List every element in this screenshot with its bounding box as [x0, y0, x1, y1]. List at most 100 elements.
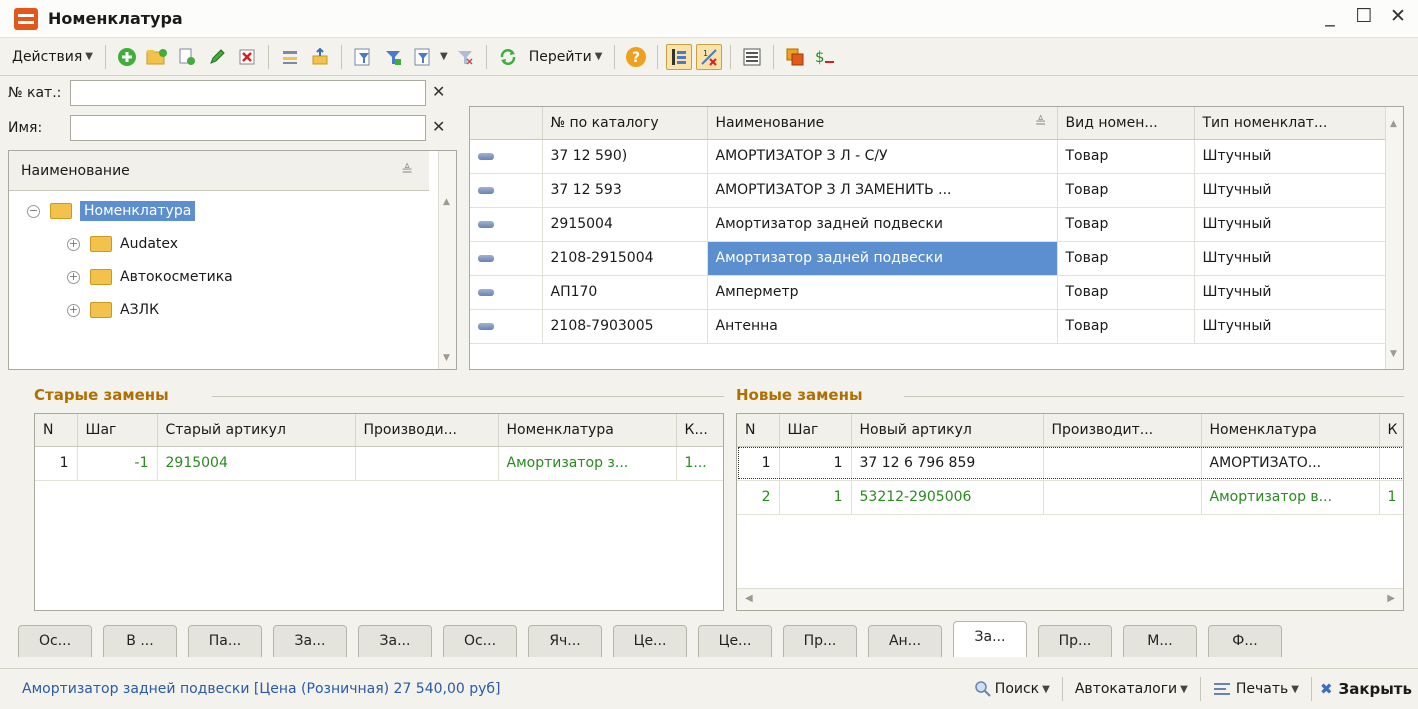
tab-14[interactable]: М...	[1123, 625, 1197, 657]
column-header-step[interactable]: Шаг	[779, 414, 852, 447]
column-header-nomenclature[interactable]: Номенклатура	[1201, 414, 1380, 447]
tree-item-nomenclature[interactable]: − Номенклатура	[27, 196, 196, 226]
tab-13[interactable]: Пр...	[1038, 625, 1112, 657]
column-header-step[interactable]: Шаг	[77, 414, 158, 447]
table-row-focused[interactable]: 1 1 37 12 6 796 859 АМОРТИЗАТО...	[737, 446, 1403, 481]
column-header-new-article[interactable]: Новый артикул	[851, 414, 1044, 447]
scroll-down-icon[interactable]: ▼	[1390, 349, 1397, 359]
edit-button[interactable]	[204, 44, 230, 70]
column-header-name[interactable]: Наименование ≜	[707, 107, 1058, 140]
horizontal-scrollbar[interactable]: ◀ ▶	[737, 588, 1403, 610]
tab-3[interactable]: Па...	[188, 625, 262, 657]
column-header-n[interactable]: N	[737, 414, 780, 447]
add-button[interactable]	[114, 44, 140, 70]
table-row[interactable]: 2108-7903005 Антенна Товар Штучный	[470, 309, 1386, 344]
tree-item-audatex[interactable]: + Audatex	[67, 229, 178, 259]
cell-maker	[1043, 480, 1202, 515]
tab-15[interactable]: Ф...	[1208, 625, 1282, 657]
column-header-nomenclature[interactable]: Номенклатура	[498, 414, 677, 447]
tree-item-azlk[interactable]: + АЗЛК	[67, 295, 159, 325]
mark-button[interactable]: 1	[696, 43, 723, 70]
tree-view-button[interactable]	[666, 43, 693, 70]
close-window-button[interactable]: ✕	[1388, 5, 1408, 27]
tree-item-label: Номенклатура	[80, 201, 196, 221]
tab-12[interactable]: За...	[953, 621, 1027, 657]
scroll-down-icon[interactable]: ▼	[443, 353, 450, 363]
table-row[interactable]: АП170 Амперметр Товар Штучный	[470, 275, 1386, 310]
report-button[interactable]	[782, 44, 808, 70]
tab-5[interactable]: За...	[358, 625, 432, 657]
tab-7[interactable]: Яч...	[528, 625, 602, 657]
expand-icon[interactable]: +	[67, 237, 80, 251]
tab-1[interactable]: Ос...	[18, 625, 92, 657]
tab-10[interactable]: Пр...	[783, 625, 857, 657]
chevron-down-icon[interactable]: ▼	[440, 51, 448, 62]
hierarchy-button[interactable]	[277, 44, 303, 70]
add-folder-button[interactable]	[144, 44, 170, 70]
actions-menu-button[interactable]: Действия ▼	[8, 49, 97, 65]
autocatalogs-button[interactable]: Автокаталоги ▼	[1071, 681, 1192, 697]
tree-item-autocosmetics[interactable]: + Автокосметика	[67, 262, 233, 292]
close-form-button[interactable]: ✖ Закрыть	[1320, 680, 1412, 698]
move-to-folder-button[interactable]	[307, 44, 333, 70]
tab-8[interactable]: Це...	[613, 625, 687, 657]
filter-button[interactable]	[350, 44, 376, 70]
scroll-up-icon[interactable]: ▲	[1390, 119, 1397, 129]
table-row[interactable]: 1 -1 2915004 Амортизатор з... 1...	[35, 446, 723, 481]
scroll-up-icon[interactable]: ▲	[443, 197, 450, 207]
column-header-type[interactable]: Тип номенклат...	[1194, 107, 1386, 140]
window-controls: _ ☐ ✕	[1320, 5, 1408, 27]
collapse-icon[interactable]: −	[27, 204, 40, 218]
tree-header[interactable]: Наименование ≜	[9, 151, 429, 191]
title-bar: Номенклатура _ ☐ ✕	[0, 0, 1418, 38]
catalog-number-input[interactable]	[70, 80, 426, 106]
column-header-k[interactable]: К	[1379, 414, 1403, 447]
item-icon	[478, 322, 494, 330]
toolbar-separator	[657, 44, 659, 69]
filter-clear-button[interactable]	[452, 44, 478, 70]
maximize-button[interactable]: ☐	[1354, 5, 1374, 27]
filter-history-button[interactable]	[410, 44, 436, 70]
goto-menu-label: Перейти	[528, 48, 592, 65]
column-header-old-article[interactable]: Старый артикул	[157, 414, 356, 447]
clear-catalog-button[interactable]: ✕	[432, 82, 445, 101]
name-input[interactable]	[70, 115, 426, 141]
column-header-catalog[interactable]: № по каталогу	[542, 107, 708, 140]
table-row-selected[interactable]: 2108-2915004 Амортизатор задней подвески…	[470, 241, 1386, 276]
tab-11[interactable]: Ан...	[868, 625, 942, 657]
column-header-kind[interactable]: Вид номен...	[1057, 107, 1195, 140]
filter-by-value-button[interactable]	[380, 44, 406, 70]
print-button[interactable]: Печать ▼	[1209, 680, 1303, 698]
tree-scrollbar[interactable]: ▲ ▼	[438, 151, 456, 369]
expand-icon[interactable]: +	[67, 270, 80, 284]
expand-icon[interactable]: +	[67, 303, 80, 317]
scroll-left-icon[interactable]: ◀	[745, 593, 753, 604]
copy-button[interactable]	[174, 44, 200, 70]
minimize-button[interactable]: _	[1320, 5, 1340, 27]
list-button[interactable]	[739, 44, 765, 70]
cell-kind: Товар	[1057, 241, 1195, 276]
tab-4[interactable]: За...	[273, 625, 347, 657]
price-button[interactable]: $	[812, 44, 838, 70]
tab-9[interactable]: Це...	[698, 625, 772, 657]
clear-name-button[interactable]: ✕	[432, 117, 445, 136]
table-header-row: N Шаг Старый артикул Производи... Номенк…	[35, 414, 723, 447]
column-header-k[interactable]: К...	[676, 414, 723, 447]
goto-menu-button[interactable]: Перейти ▼	[525, 49, 607, 65]
table-row[interactable]: 2915004 Амортизатор задней подвески Това…	[470, 207, 1386, 242]
table-row[interactable]: 37 12 590) АМОРТИЗАТОР З Л - С/У Товар Ш…	[470, 139, 1386, 174]
delete-button[interactable]	[234, 44, 260, 70]
column-header-icon[interactable]	[470, 107, 543, 140]
scroll-right-icon[interactable]: ▶	[1387, 593, 1395, 604]
search-button[interactable]: Поиск ▼	[970, 680, 1054, 698]
tab-2[interactable]: В ...	[103, 625, 177, 657]
help-button[interactable]: ?	[623, 44, 649, 70]
table-scrollbar[interactable]: ▲ ▼	[1385, 107, 1403, 369]
table-row[interactable]: 37 12 593 АМОРТИЗАТОР З Л ЗАМЕНИТЬ ... Т…	[470, 173, 1386, 208]
column-header-n[interactable]: N	[35, 414, 78, 447]
table-row[interactable]: 2 1 53212-2905006 Амортизатор в... 1	[737, 480, 1403, 515]
tab-6[interactable]: Ос...	[443, 625, 517, 657]
column-header-maker[interactable]: Производи...	[355, 414, 499, 447]
column-header-maker[interactable]: Производит...	[1043, 414, 1202, 447]
refresh-button[interactable]	[495, 44, 521, 70]
